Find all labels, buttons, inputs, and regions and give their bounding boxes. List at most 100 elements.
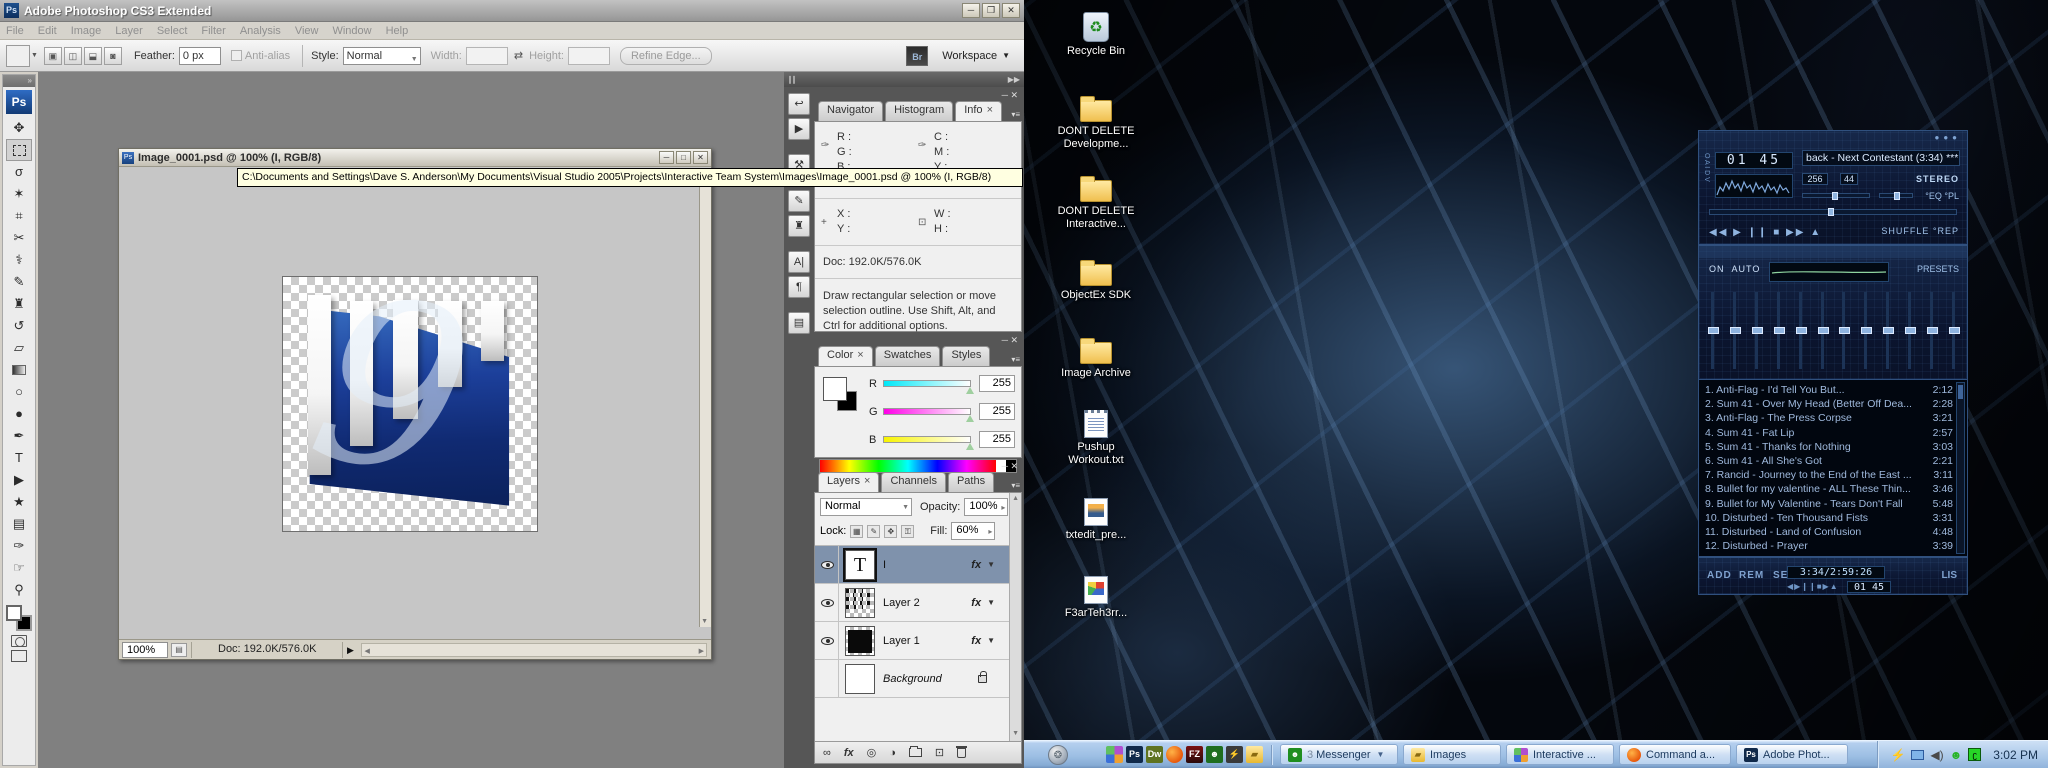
layer-thumbnail[interactable]: T [845,550,875,580]
link-layers-icon[interactable]: ∞ [823,747,831,759]
layer-name[interactable]: I [883,559,886,571]
eq-slider[interactable] [1930,292,1933,369]
fx-expand-icon[interactable]: ▼ [987,560,995,569]
new-layer-icon[interactable]: ⊡ [935,746,944,759]
eyedropper-tool[interactable]: ✑ [6,535,32,557]
scroll-down-icon[interactable]: ▼ [701,618,708,625]
winamp-eq-pl-toggles[interactable]: °EQ °PL [1925,191,1959,201]
layer-row-2[interactable]: Layer 2 fx▼ [815,584,1009,622]
layer-row-background[interactable]: Background [815,660,1009,698]
brush-tool[interactable]: ✎ [6,271,32,293]
move-tool[interactable]: ✥ [6,117,32,139]
visibility-toggle[interactable] [817,622,839,659]
playlist-list-button[interactable]: LIS [1941,570,1957,581]
playlist-item[interactable]: 10. Disturbed - Ten Thousand Fists3:31 [1705,511,1953,525]
dock-header[interactable]: ∥∥ ▶▶ [784,72,1024,87]
winamp-tray-icon[interactable]: ⚡ [1890,749,1905,761]
menu-layer[interactable]: Layer [115,25,143,37]
photoshop-icon[interactable]: Ps [1126,746,1143,763]
layer-row-1[interactable]: Layer 1 fx▼ [815,622,1009,660]
r-value-input[interactable]: 255 [979,375,1015,392]
color-swatches[interactable] [6,605,32,631]
winamp-icon[interactable]: ⚡ [1226,746,1243,763]
brushes-panel-icon[interactable]: ✎ [788,190,810,212]
taskbar-button-photoshop[interactable]: Ps Adobe Phot... [1736,744,1848,765]
menu-view[interactable]: View [295,25,319,37]
playlist-item[interactable]: 12. Disturbed - Prayer3:39 [1705,539,1953,553]
eq-slider[interactable] [1733,292,1736,369]
collapse-dock-icon[interactable]: ▶▶ [1008,72,1020,87]
slider-handle[interactable] [966,443,974,450]
visibility-toggle[interactable] [817,584,839,621]
desktop-icon-pushup-workout[interactable]: Pushup Workout.txt [1038,404,1154,467]
layers-scrollbar[interactable]: ▲ ▼ [1009,493,1021,763]
screen-mode-button[interactable] [11,650,27,662]
eq-slider[interactable] [1711,292,1714,369]
stop-button[interactable]: ■ [1773,227,1781,238]
winamp-transport-controls[interactable]: ◀◀ ▶ ❙❙ ■ ▶▶ ▲ [1709,227,1822,238]
horizontal-scrollbar[interactable]: ◀ ▶ [361,643,707,657]
delete-layer-icon[interactable] [957,748,966,758]
new-group-icon[interactable] [909,748,922,757]
scroll-down-icon[interactable]: ▼ [1012,730,1019,737]
desktop-icon-dont-delete-interactive[interactable]: DONT DELETE Interactive... [1038,168,1154,231]
tab-styles[interactable]: Styles [942,346,990,366]
filezilla-icon[interactable]: FZ [1186,746,1203,763]
visibility-toggle[interactable] [817,660,839,697]
close-button[interactable]: ✕ [1002,3,1020,18]
wireless-tray-icon[interactable]: ʗ [1968,748,1981,761]
desktop-icon-objectex-sdk[interactable]: ObjectEx SDK [1038,252,1154,302]
hand-tool[interactable]: ☞ [6,557,32,579]
g-value-input[interactable]: 255 [979,403,1015,420]
eq-slider[interactable] [1821,292,1824,369]
slider-handle[interactable] [966,415,974,422]
new-selection-button[interactable]: ▣ [44,47,62,65]
folder-icon[interactable]: ▰ [1246,746,1263,763]
desktop-icon-dont-delete-development[interactable]: DONT DELETE Developme... [1038,88,1154,151]
style-select[interactable]: Normal▼ [343,47,421,65]
blur-tool[interactable]: ○ [6,381,32,403]
scroll-up-icon[interactable]: ▲ [1012,495,1019,502]
paragraph-panel-icon[interactable]: ¶ [788,276,810,298]
winamp-window-buttons[interactable]: ●●● [1935,133,1962,142]
doc-minimize-button[interactable]: ─ [659,151,674,164]
artboard[interactable]: 9 [282,276,538,532]
tab-color[interactable]: Color× [818,346,873,366]
spot-healing-brush-tool[interactable]: ⚕ [6,249,32,271]
seek-handle[interactable] [1828,208,1834,216]
close-tab-icon[interactable]: × [857,349,863,361]
document-titlebar[interactable]: Ps Image_0001.psd @ 100% (I, RGB/8) ─ □ … [119,149,711,167]
menu-filter[interactable]: Filter [201,25,225,37]
r-slider[interactable] [883,380,971,387]
playlist-mini-transport[interactable]: ◀▶❙❙■▶▲ [1787,582,1839,591]
layer-fx-badge[interactable]: fx [971,635,981,647]
visual-studio-icon[interactable] [1106,746,1123,763]
layer-thumbnail[interactable] [845,588,875,618]
desktop-icon-recycle-bin[interactable]: ♻ Recycle Bin [1038,8,1154,58]
playlist-item[interactable]: 2. Sum 41 - Over My Head (Better Off Dea… [1705,397,1953,411]
custom-shape-tool[interactable]: ★ [6,491,32,513]
winamp-track-title[interactable]: back - Next Contestant (3:34) *** [1802,150,1960,166]
eraser-tool[interactable]: ▱ [6,337,32,359]
restore-button[interactable]: ❐ [982,3,1000,18]
playlist-item[interactable]: 11. Disturbed - Land of Confusion4:48 [1705,525,1953,539]
eq-slider[interactable] [1952,292,1955,369]
winamp-player[interactable]: ●●● O A I D V 01 45 back - Next Contesta… [1698,130,1968,595]
panel-menu-icon[interactable]: ▾≡ [1011,481,1020,490]
width-input[interactable] [466,47,508,65]
zoom-level-input[interactable]: 100% [122,642,168,658]
doc-maximize-button[interactable]: □ [676,151,691,164]
dodge-tool[interactable]: ● [6,403,32,425]
path-selection-tool[interactable]: ▶ [6,469,32,491]
playlist-scrollbar[interactable] [1956,382,1965,554]
eq-slider[interactable] [1886,292,1889,369]
pen-tool[interactable]: ✒ [6,425,32,447]
layer-thumbnail[interactable] [845,664,875,694]
close-tab-icon[interactable]: × [864,475,870,487]
gradient-tool[interactable] [6,359,32,381]
document-window[interactable]: Ps Image_0001.psd @ 100% (I, RGB/8) ─ □ … [118,148,712,660]
taskbar-button-interactive[interactable]: Interactive ... [1506,744,1614,765]
workspace-button[interactable]: Workspace▼ [942,50,1010,62]
antialias-checkbox[interactable] [231,50,242,61]
next-button[interactable]: ▶▶ [1786,227,1805,238]
